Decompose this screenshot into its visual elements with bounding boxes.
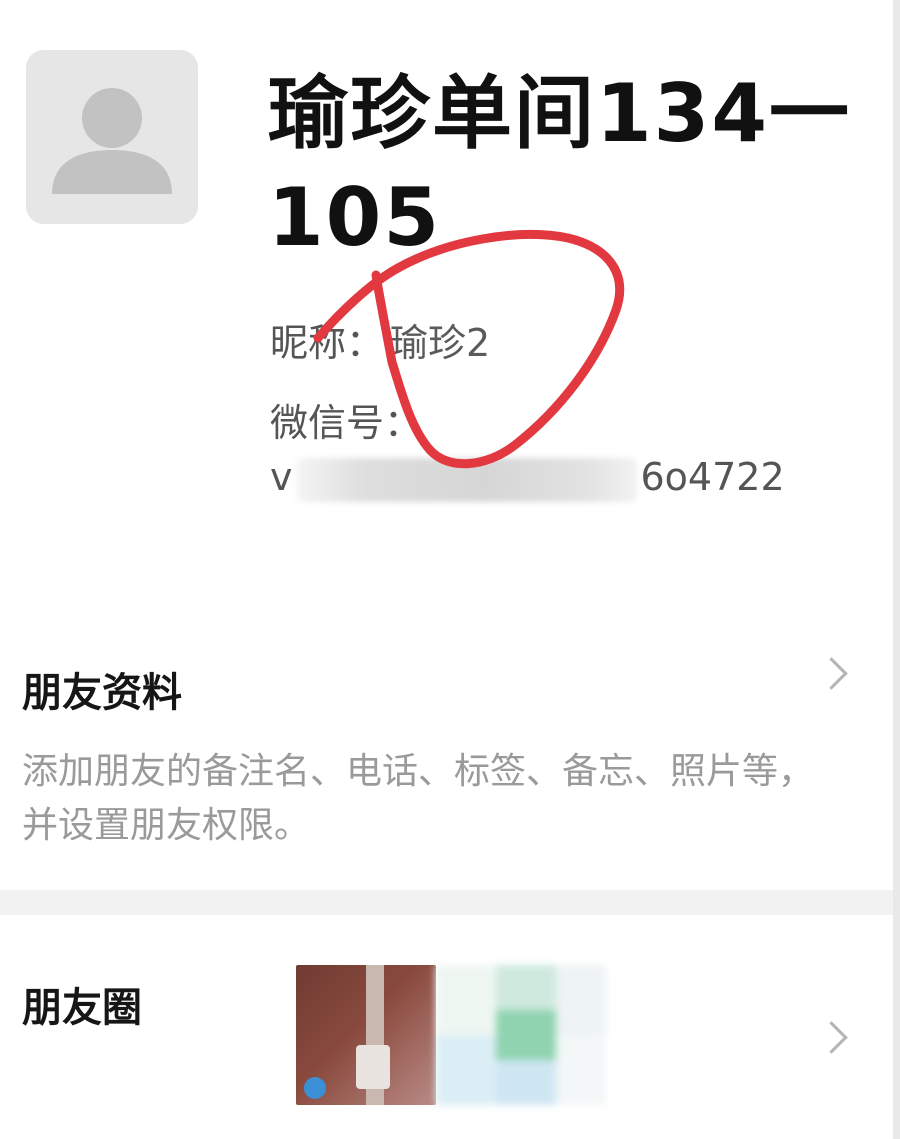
moments-title[interactable]: 朋友圈	[22, 975, 142, 1033]
moments-thumbnail-blurred[interactable]	[436, 965, 606, 1105]
blur-patch	[556, 1035, 606, 1105]
blur-patch	[436, 965, 496, 1035]
nickname-label: 昵称：	[270, 321, 385, 365]
nickname-row: 昵称： 瑜珍2	[270, 312, 490, 367]
blur-patch	[496, 1060, 556, 1105]
friend-info-description: 添加朋友的备注名、电话、标签、备忘、照片等，并设置朋友权限。	[22, 751, 815, 846]
thumbnail-badge-icon	[304, 1077, 326, 1099]
moments-thumbnails[interactable]	[296, 965, 606, 1105]
wechat-id-redaction	[296, 457, 637, 502]
avatar[interactable]	[26, 50, 198, 224]
blur-patch	[436, 1035, 496, 1105]
edge-divider	[893, 0, 900, 1139]
default-avatar-icon	[26, 50, 198, 224]
wechat-id-prefix: v	[270, 455, 293, 499]
nickname-value: 瑜珍2	[390, 321, 491, 365]
blur-patch	[556, 965, 606, 1035]
wechat-id-suffix: 6o4722	[640, 455, 785, 499]
blur-patch	[496, 1010, 556, 1060]
wechat-id-label: 微信号：	[270, 401, 423, 445]
wechat-id-row[interactable]: v 6o4722	[270, 455, 785, 502]
profile-name: 瑜珍单间134一105	[268, 67, 851, 264]
friend-info-title[interactable]: 朋友资料	[22, 660, 182, 718]
moments-thumbnail[interactable]	[296, 965, 436, 1105]
thumbnail-detail	[356, 1045, 390, 1089]
